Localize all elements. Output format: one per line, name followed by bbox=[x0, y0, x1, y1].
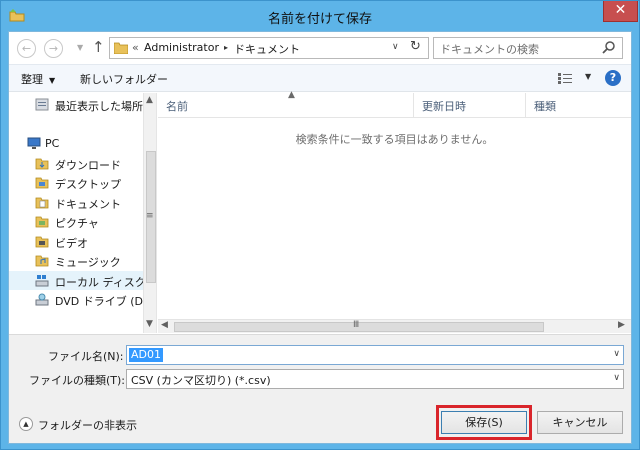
downloads-folder-icon bbox=[35, 158, 49, 170]
scroll-grip-icon: ≡ bbox=[146, 211, 154, 221]
breadcrumb-documents[interactable]: ドキュメント bbox=[234, 41, 300, 57]
scroll-up-icon[interactable]: ▲ bbox=[146, 95, 153, 105]
window-title: 名前を付けて保存 bbox=[267, 12, 372, 27]
filename-value[interactable]: AD01 bbox=[129, 348, 163, 362]
scroll-grip-icon: Ⅲ bbox=[353, 320, 360, 330]
videos-folder-icon bbox=[35, 236, 49, 248]
column-name[interactable]: ▲ 名前 bbox=[158, 90, 414, 118]
column-header-row: ▲ 名前 更新日時 種類 bbox=[158, 90, 631, 118]
nav-label-videos: ビデオ bbox=[55, 237, 88, 250]
nav-item-recent-places[interactable]: 最近表示した場所 bbox=[9, 95, 143, 114]
address-row: ← → ▼ ↑ « Administrator ▸ ドキュメント ∨ ↻ ドキュ… bbox=[9, 32, 631, 64]
folder-icon bbox=[114, 42, 128, 54]
address-overflow[interactable]: « bbox=[132, 41, 139, 54]
file-list-horizontal-scrollbar[interactable]: ◀ Ⅲ ▶ bbox=[158, 319, 631, 333]
filename-label: ファイル名(N): bbox=[48, 350, 124, 363]
address-bar[interactable]: « Administrator ▸ ドキュメント ∨ ↻ bbox=[109, 37, 429, 59]
search-icon[interactable] bbox=[602, 40, 616, 54]
scroll-right-icon[interactable]: ▶ bbox=[618, 320, 625, 330]
nav-item-pc[interactable]: PC bbox=[9, 134, 143, 153]
recent-locations-dropdown[interactable]: ▼ bbox=[77, 43, 83, 52]
navigation-pane: 最近表示した場所 PC ダウンロード デスクトップ ドキュメント ピクチャ ビデ… bbox=[9, 93, 157, 333]
filetype-select[interactable]: CSV (カンマ区切り) (*.csv) ∨ bbox=[126, 369, 624, 389]
up-arrow-icon: ↑ bbox=[92, 38, 105, 56]
forward-button[interactable]: → bbox=[44, 39, 63, 58]
command-bar: 整理 ▼ 新しいフォルダー ▼ ? bbox=[9, 64, 631, 92]
nav-label-recent-places: 最近表示した場所 bbox=[55, 100, 143, 113]
save-button[interactable]: 保存(S) bbox=[441, 411, 527, 434]
column-date-label: 更新日時 bbox=[422, 100, 466, 113]
column-type[interactable]: 種類 bbox=[526, 93, 631, 118]
cancel-button[interactable]: キャンセル bbox=[537, 411, 623, 434]
view-options-icon[interactable] bbox=[558, 73, 572, 84]
nav-item-music[interactable]: ミュージック bbox=[9, 251, 143, 270]
nav-item-videos[interactable]: ビデオ bbox=[9, 232, 143, 251]
collapse-icon[interactable]: ▲ bbox=[19, 417, 33, 431]
nav-label-pc: PC bbox=[45, 137, 60, 150]
sort-ascending-icon: ▲ bbox=[288, 90, 295, 100]
nav-label-music: ミュージック bbox=[55, 256, 121, 269]
save-form: ファイル名(N): AD01 ∨ ファイルの種類(T): CSV (カンマ区切り… bbox=[9, 334, 631, 443]
refresh-icon[interactable]: ↻ bbox=[410, 39, 421, 54]
documents-folder-icon bbox=[35, 197, 49, 209]
breadcrumb-administrator[interactable]: Administrator bbox=[144, 41, 219, 54]
nav-label-documents: ドキュメント bbox=[55, 198, 121, 211]
nav-item-local-disk[interactable]: ローカル ディスク (C bbox=[9, 271, 143, 290]
search-box[interactable]: ドキュメントの検索 bbox=[433, 37, 623, 59]
back-button[interactable]: ← bbox=[17, 39, 36, 58]
organize-caret-icon: ▼ bbox=[49, 76, 56, 85]
local-disk-icon bbox=[35, 275, 49, 287]
music-folder-icon bbox=[35, 255, 49, 267]
nav-label-dvd-drive: DVD ドライブ (D:) bbox=[55, 295, 143, 308]
up-folder-button[interactable]: ↑ bbox=[92, 38, 105, 56]
back-arrow-icon: ← bbox=[21, 42, 32, 55]
filename-dropdown-icon[interactable]: ∨ bbox=[613, 349, 620, 359]
search-input[interactable]: ドキュメントの検索 bbox=[440, 41, 539, 57]
nav-item-downloads[interactable]: ダウンロード bbox=[9, 154, 143, 173]
dialog-body: ← → ▼ ↑ « Administrator ▸ ドキュメント ∨ ↻ ドキュ… bbox=[8, 31, 632, 444]
organize-label: 整理 bbox=[21, 73, 43, 86]
desktop-folder-icon bbox=[35, 177, 49, 189]
help-icon[interactable]: ? bbox=[605, 70, 621, 86]
nav-item-dvd-drive[interactable]: DVD ドライブ (D:) bbox=[9, 290, 143, 309]
dvd-drive-icon bbox=[35, 293, 49, 306]
nav-label-downloads: ダウンロード bbox=[55, 159, 121, 172]
view-dropdown-icon[interactable]: ▼ bbox=[585, 72, 591, 81]
title-bar[interactable]: 名前を付けて保存 ✕ bbox=[1, 1, 639, 31]
close-button[interactable]: ✕ bbox=[603, 1, 638, 22]
empty-results-message: 検索条件に一致する項目はありません。 bbox=[295, 133, 494, 146]
forward-arrow-icon: → bbox=[48, 42, 59, 55]
column-type-label: 種類 bbox=[534, 100, 556, 113]
nav-label-local-disk: ローカル ディスク (C bbox=[55, 276, 143, 289]
column-name-label: 名前 bbox=[166, 100, 188, 113]
pc-icon bbox=[27, 137, 41, 149]
filetype-label: ファイルの種類(T): bbox=[29, 374, 126, 387]
nav-item-documents[interactable]: ドキュメント bbox=[9, 193, 143, 212]
save-as-dialog: 名前を付けて保存 ✕ ← → ▼ ↑ « Administrator ▸ ドキュ… bbox=[0, 0, 640, 450]
address-dropdown-icon[interactable]: ∨ bbox=[392, 42, 399, 52]
nav-label-desktop: デスクトップ bbox=[55, 178, 121, 191]
nav-item-pictures[interactable]: ピクチャ bbox=[9, 212, 143, 231]
file-list[interactable]: ▲ 名前 更新日時 種類 検索条件に一致する項目はありません。 ◀ Ⅲ ▶ bbox=[158, 90, 631, 333]
nav-label-pictures: ピクチャ bbox=[55, 217, 99, 230]
filetype-dropdown-icon[interactable]: ∨ bbox=[613, 373, 620, 383]
new-folder-button[interactable]: 新しいフォルダー bbox=[80, 71, 168, 87]
pictures-folder-icon bbox=[35, 216, 49, 228]
hide-folders-label: フォルダーの非表示 bbox=[38, 419, 137, 432]
filename-field[interactable]: AD01 ∨ bbox=[126, 345, 624, 365]
scroll-left-icon[interactable]: ◀ bbox=[161, 320, 168, 330]
column-date-modified[interactable]: 更新日時 bbox=[414, 93, 526, 118]
organize-menu[interactable]: 整理 ▼ bbox=[21, 71, 55, 87]
filetype-value: CSV (カンマ区切り) (*.csv) bbox=[131, 374, 271, 387]
nav-item-desktop[interactable]: デスクトップ bbox=[9, 173, 143, 192]
breadcrumb-separator-icon[interactable]: ▸ bbox=[224, 43, 228, 52]
scroll-down-icon[interactable]: ▼ bbox=[146, 319, 153, 329]
recent-places-icon bbox=[35, 98, 49, 111]
nav-pane-scrollbar[interactable]: ▲ ≡ ▼ bbox=[143, 93, 156, 333]
